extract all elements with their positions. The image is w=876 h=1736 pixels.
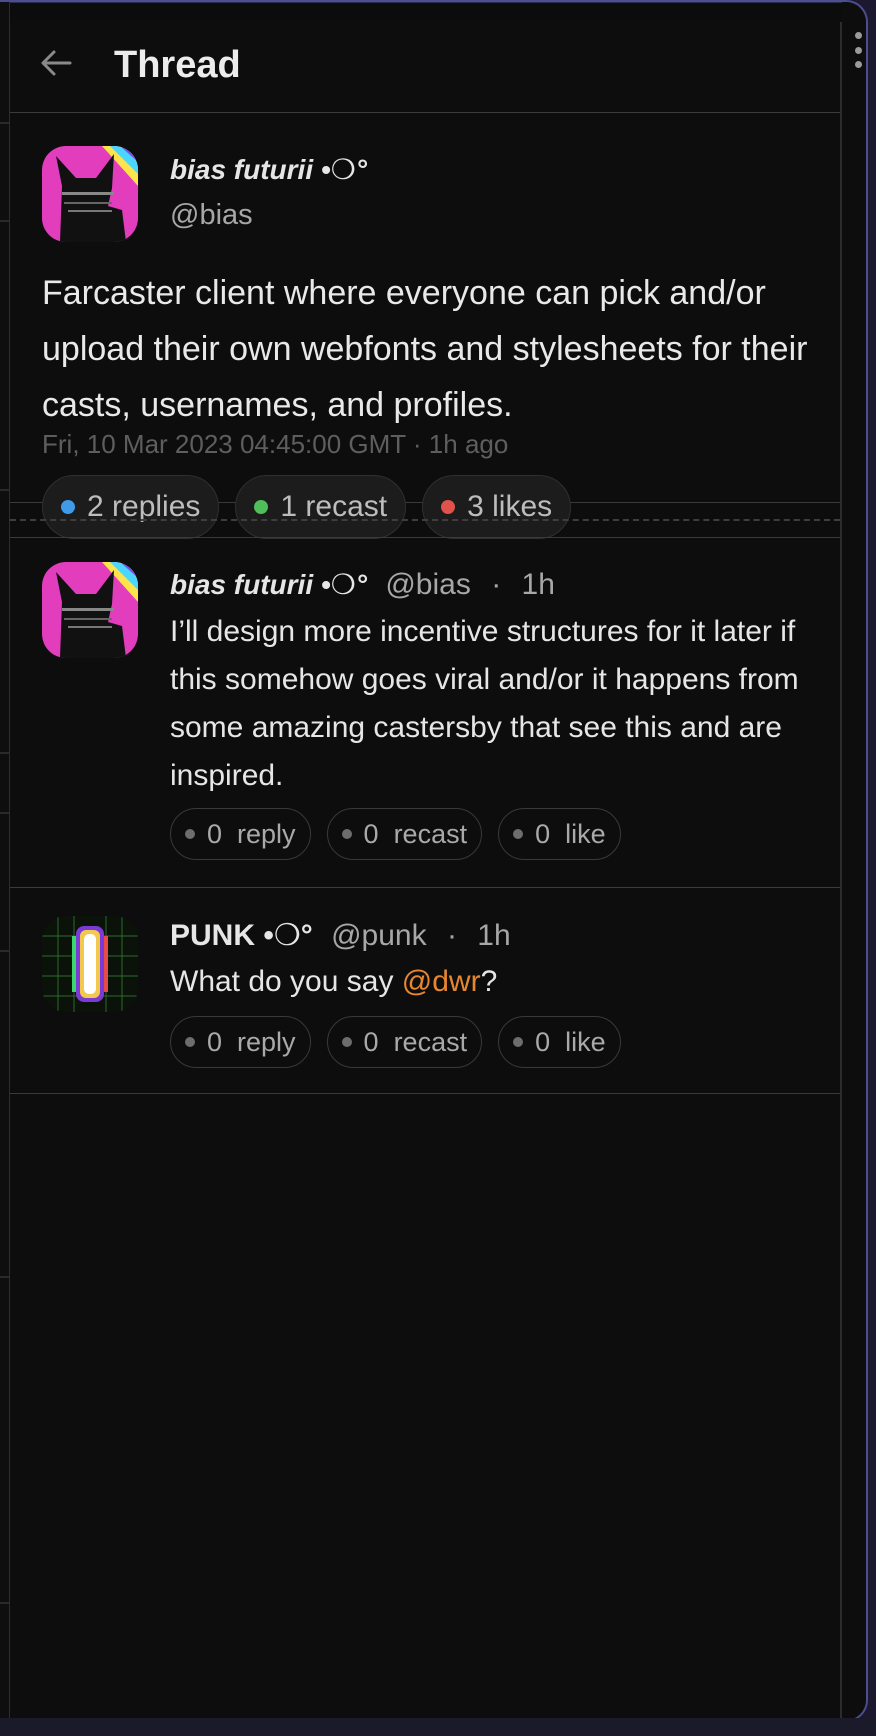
reply-text: I’ll design more incentive structures fo… — [170, 615, 799, 792]
reply-dot-icon — [185, 829, 195, 839]
cast-timestamp: Fri, 10 Mar 2023 04:45:00 GMT · 1h ago — [42, 429, 509, 459]
avatar-punk-image — [42, 916, 138, 1012]
reply-button[interactable]: 0 reply — [170, 808, 311, 860]
app-window: Thread bias futurii •❍° @bias Farcaster … — [0, 0, 868, 1722]
reply-cast: bias futurii •❍° @bias · 1h I’ll design … — [10, 538, 840, 888]
cast-text: Farcaster client where everyone can pick… — [42, 274, 808, 424]
avatar-bias-image — [42, 562, 138, 658]
thread-header: Thread — [10, 22, 840, 113]
reply-label: 0 reply — [207, 818, 296, 849]
like-label: 0 like — [535, 1026, 606, 1057]
bottom-window-edge — [0, 1718, 876, 1736]
separator: · — [446, 919, 457, 952]
reply-dot-icon — [185, 1037, 195, 1047]
left-column-edge — [0, 2, 10, 1720]
reply-button[interactable]: 0 reply — [170, 1016, 311, 1068]
like-label: 0 like — [535, 818, 606, 849]
more-options-icon[interactable] — [852, 32, 864, 68]
reply-text: What do you say @dwr? — [170, 958, 830, 1006]
author-handle[interactable]: @punk — [331, 919, 427, 952]
reply-actions: 0 reply 0 recast 0 like — [170, 1016, 621, 1068]
back-button[interactable] — [38, 45, 74, 81]
recast-label: 0 recast — [363, 818, 468, 849]
avatar[interactable] — [42, 562, 138, 658]
author-handle[interactable]: @bias — [170, 199, 253, 232]
reply-text-after: ? — [480, 965, 498, 998]
author-name[interactable]: PUNK •❍° — [170, 919, 313, 952]
author-name[interactable]: bias futurii •❍° — [170, 569, 367, 600]
thread-divider — [10, 503, 840, 538]
page-title: Thread — [114, 44, 241, 86]
recast-dot-icon — [341, 829, 352, 839]
recast-dot-icon — [341, 1037, 352, 1047]
recast-button[interactable]: 0 recast — [326, 1016, 483, 1068]
separator: · — [491, 568, 502, 601]
thread-panel: Thread bias futurii •❍° @bias Farcaster … — [10, 22, 842, 1720]
arrow-left-icon — [41, 50, 72, 76]
main-cast: bias futurii •❍° @bias Farcaster client … — [10, 113, 840, 539]
like-dot-icon — [513, 1037, 524, 1047]
like-button[interactable]: 0 like — [498, 1016, 621, 1068]
reply-header: PUNK •❍° @punk · 1h — [170, 918, 511, 953]
reply-header: bias futurii •❍° @bias · 1h — [170, 568, 555, 602]
like-dot-icon — [513, 829, 524, 839]
right-gutter — [842, 2, 866, 1720]
reply-cast: PUNK •❍° @punk · 1h What do you say @dwr… — [10, 888, 840, 1094]
like-button[interactable]: 0 like — [498, 808, 621, 860]
recast-button[interactable]: 0 recast — [326, 808, 483, 860]
avatar-bias-image — [42, 146, 138, 242]
avatar[interactable] — [42, 146, 138, 242]
mention-link[interactable]: @dwr — [402, 965, 481, 998]
reply-label: 0 reply — [207, 1026, 296, 1057]
reply-time: 1h — [521, 568, 555, 601]
author-handle[interactable]: @bias — [385, 568, 471, 601]
recast-label: 0 recast — [363, 1026, 468, 1057]
reply-time: 1h — [477, 919, 511, 952]
reply-actions: 0 reply 0 recast 0 like — [170, 808, 621, 860]
author-name[interactable]: bias futurii •❍° — [170, 153, 367, 186]
reply-text-before: What do you say — [170, 965, 402, 998]
avatar[interactable] — [42, 916, 138, 1012]
